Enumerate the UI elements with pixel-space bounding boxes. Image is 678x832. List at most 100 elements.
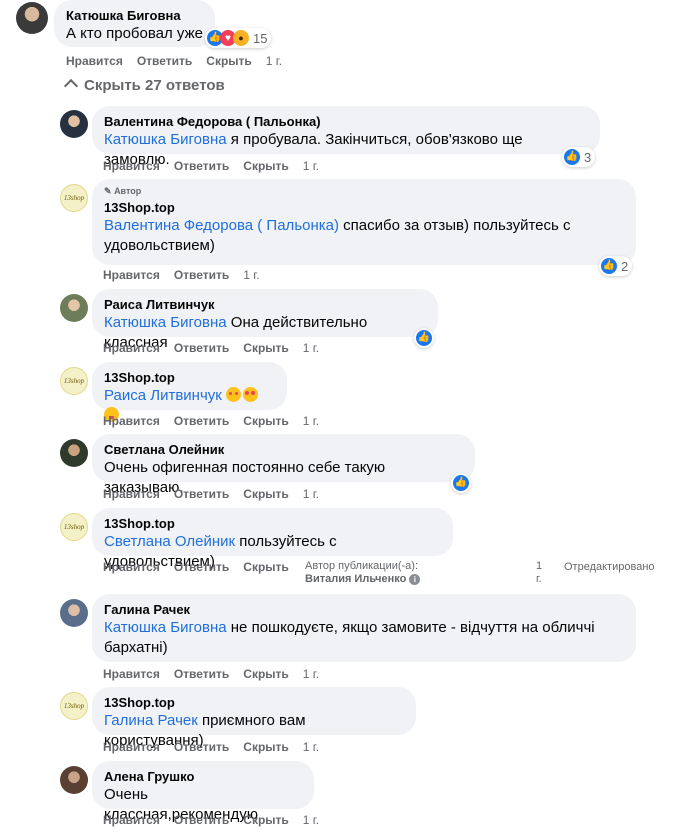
- reaction-count[interactable]: 👍 3: [562, 147, 596, 167]
- like-icon: 👍: [416, 330, 432, 346]
- avatar[interactable]: 13shop: [60, 184, 88, 212]
- chevron-up-icon: [63, 78, 79, 94]
- reply-button[interactable]: Ответить: [174, 268, 229, 282]
- comment-author[interactable]: Валентина Федорова ( Пальонка): [104, 113, 588, 130]
- reaction-count[interactable]: 👍: [414, 328, 434, 348]
- comment-author[interactable]: 13Shop.top: [104, 515, 441, 532]
- reply-button[interactable]: Ответить: [174, 667, 229, 681]
- comment-bubble: Галина Рачек Катюшка Биговна не пошкодує…: [92, 594, 636, 662]
- like-button[interactable]: Нравится: [103, 414, 160, 428]
- like-icon: 👍: [564, 149, 580, 165]
- hide-button[interactable]: Скрыть: [243, 560, 289, 574]
- hide-replies-button[interactable]: Скрыть 27 ответов: [63, 77, 225, 94]
- reply-button[interactable]: Ответить: [174, 740, 229, 754]
- avatar[interactable]: 13shop: [60, 367, 88, 395]
- reaction-count[interactable]: 👍: [451, 473, 471, 493]
- like-button[interactable]: Нравится: [103, 341, 160, 355]
- heart-eyes-emoji-icon: [243, 387, 259, 402]
- avatar[interactable]: [60, 439, 88, 467]
- comment-bubble: ✎ Автор 13Shop.top Валентина Федорова ( …: [92, 179, 636, 265]
- timestamp[interactable]: 1 г.: [303, 487, 319, 501]
- reaction-count[interactable]: 👍 2: [599, 256, 633, 276]
- reaction-count[interactable]: 👍 ♥ ● 15: [205, 28, 272, 48]
- reply-button[interactable]: Ответить: [174, 159, 229, 173]
- comment-actions: Нравится Ответить Скрыть 1 г.: [103, 667, 333, 681]
- comment-bubble: Катюшка Биговна А кто пробовал уже: [54, 0, 215, 47]
- comment-author[interactable]: Раиса Литвинчук: [104, 296, 426, 313]
- mention-link[interactable]: Катюшка Биговна: [104, 131, 227, 148]
- comment-bubble: 13Shop.top Светлана Олейник пользуйтесь …: [92, 508, 453, 570]
- comment-author[interactable]: 13Shop.top: [104, 369, 275, 386]
- wow-icon: ●: [233, 30, 249, 46]
- avatar[interactable]: [60, 599, 88, 627]
- like-button[interactable]: Нравится: [103, 560, 160, 574]
- edited-label[interactable]: Отредактировано: [564, 561, 655, 573]
- hide-button[interactable]: Скрыть: [206, 54, 252, 68]
- comment-author[interactable]: Светлана Олейник: [104, 441, 463, 458]
- like-button[interactable]: Нравится: [103, 487, 160, 501]
- comment-actions: Нравится Ответить Скрыть 1 г.: [103, 414, 333, 428]
- reply-button[interactable]: Ответить: [174, 487, 229, 501]
- timestamp[interactable]: 1 г.: [266, 54, 282, 68]
- like-icon: 👍: [601, 258, 617, 274]
- comment-bubble: Светлана Олейник Очень офигенная постоян…: [92, 434, 475, 496]
- reply-button[interactable]: Ответить: [174, 341, 229, 355]
- comment-text: А кто пробовал уже: [66, 25, 203, 42]
- timestamp[interactable]: 1 г.: [303, 740, 319, 754]
- avatar[interactable]: 13shop: [60, 513, 88, 541]
- like-button[interactable]: Нравится: [103, 667, 160, 681]
- reply-button[interactable]: Ответить: [137, 54, 192, 68]
- comment-actions: Нравится Ответить Скрыть 1 г.: [103, 159, 333, 173]
- hide-button[interactable]: Скрыть: [243, 159, 289, 173]
- mention-link[interactable]: Светлана Олейник: [104, 533, 235, 550]
- comment-author[interactable]: Галина Рачек: [104, 601, 624, 618]
- author-name[interactable]: Виталия Ильченко: [305, 573, 406, 585]
- avatar[interactable]: [60, 110, 88, 138]
- hide-button[interactable]: Скрыть: [243, 414, 289, 428]
- comment-bubble: 13Shop.top Галина Рачек приємного вам ко…: [92, 687, 416, 749]
- info-icon[interactable]: i: [409, 574, 421, 585]
- comment-bubble: Раиса Литвинчук Катюшка Биговна Она дейс…: [92, 289, 438, 351]
- avatar[interactable]: [60, 766, 88, 794]
- mention-link[interactable]: Галина Рачек: [104, 712, 198, 729]
- mention-link[interactable]: Раиса Литвинчук: [104, 387, 222, 404]
- reply-button[interactable]: Ответить: [174, 813, 229, 827]
- avatar[interactable]: 13shop: [60, 692, 88, 720]
- comment-author[interactable]: Катюшка Биговна: [66, 7, 203, 24]
- hide-button[interactable]: Скрыть: [243, 813, 289, 827]
- hide-button[interactable]: Скрыть: [243, 667, 289, 681]
- comment-actions: Нравится Ответить Скрыть 1 г.: [103, 487, 333, 501]
- avatar[interactable]: [60, 294, 88, 322]
- timestamp[interactable]: 1 г.: [303, 341, 319, 355]
- comment-actions: Нравится Ответить Скрыть 1 г.: [103, 813, 333, 827]
- author-note: Автор публикации(-а): Виталия Ильченко i: [305, 560, 421, 586]
- like-button[interactable]: Нравится: [103, 813, 160, 827]
- hide-button[interactable]: Скрыть: [243, 740, 289, 754]
- like-button[interactable]: Нравится: [103, 268, 160, 282]
- like-button[interactable]: Нравится: [103, 159, 160, 173]
- mention-link[interactable]: Катюшка Биговна: [104, 619, 227, 636]
- hide-button[interactable]: Скрыть: [243, 341, 289, 355]
- comment-actions: Нравится Ответить Скрыть 1 г.: [66, 54, 296, 68]
- reply-button[interactable]: Ответить: [174, 414, 229, 428]
- comment-author[interactable]: Алена Грушко: [104, 768, 302, 785]
- comment-actions: Нравится Ответить Скрыть 1 г.: [103, 740, 333, 754]
- like-button[interactable]: Нравится: [103, 740, 160, 754]
- hide-button[interactable]: Скрыть: [243, 487, 289, 501]
- avatar[interactable]: [16, 2, 48, 34]
- comment-author[interactable]: 13Shop.top: [104, 694, 404, 711]
- reply-button[interactable]: Ответить: [174, 560, 229, 574]
- timestamp[interactable]: 1 г.: [243, 268, 259, 282]
- timestamp[interactable]: 1 г.: [303, 813, 319, 827]
- timestamp[interactable]: 1 г.: [303, 159, 319, 173]
- comment-actions: Нравится Ответить Скрыть: [103, 560, 303, 574]
- mention-link[interactable]: Катюшка Биговна: [104, 314, 227, 331]
- timestamp[interactable]: 1 г.: [536, 560, 542, 586]
- timestamp[interactable]: 1 г.: [303, 414, 319, 428]
- like-button[interactable]: Нравится: [66, 54, 123, 68]
- mention-link[interactable]: Валентина Федорова ( Пальонка): [104, 217, 339, 234]
- comment-bubble: Алена Грушко Очень классная,рекомендую: [92, 761, 314, 823]
- comment-author[interactable]: 13Shop.top: [104, 199, 624, 216]
- timestamp[interactable]: 1 г.: [303, 667, 319, 681]
- comment-text: Валентина Федорова ( Пальонка) спасибо з…: [104, 217, 571, 254]
